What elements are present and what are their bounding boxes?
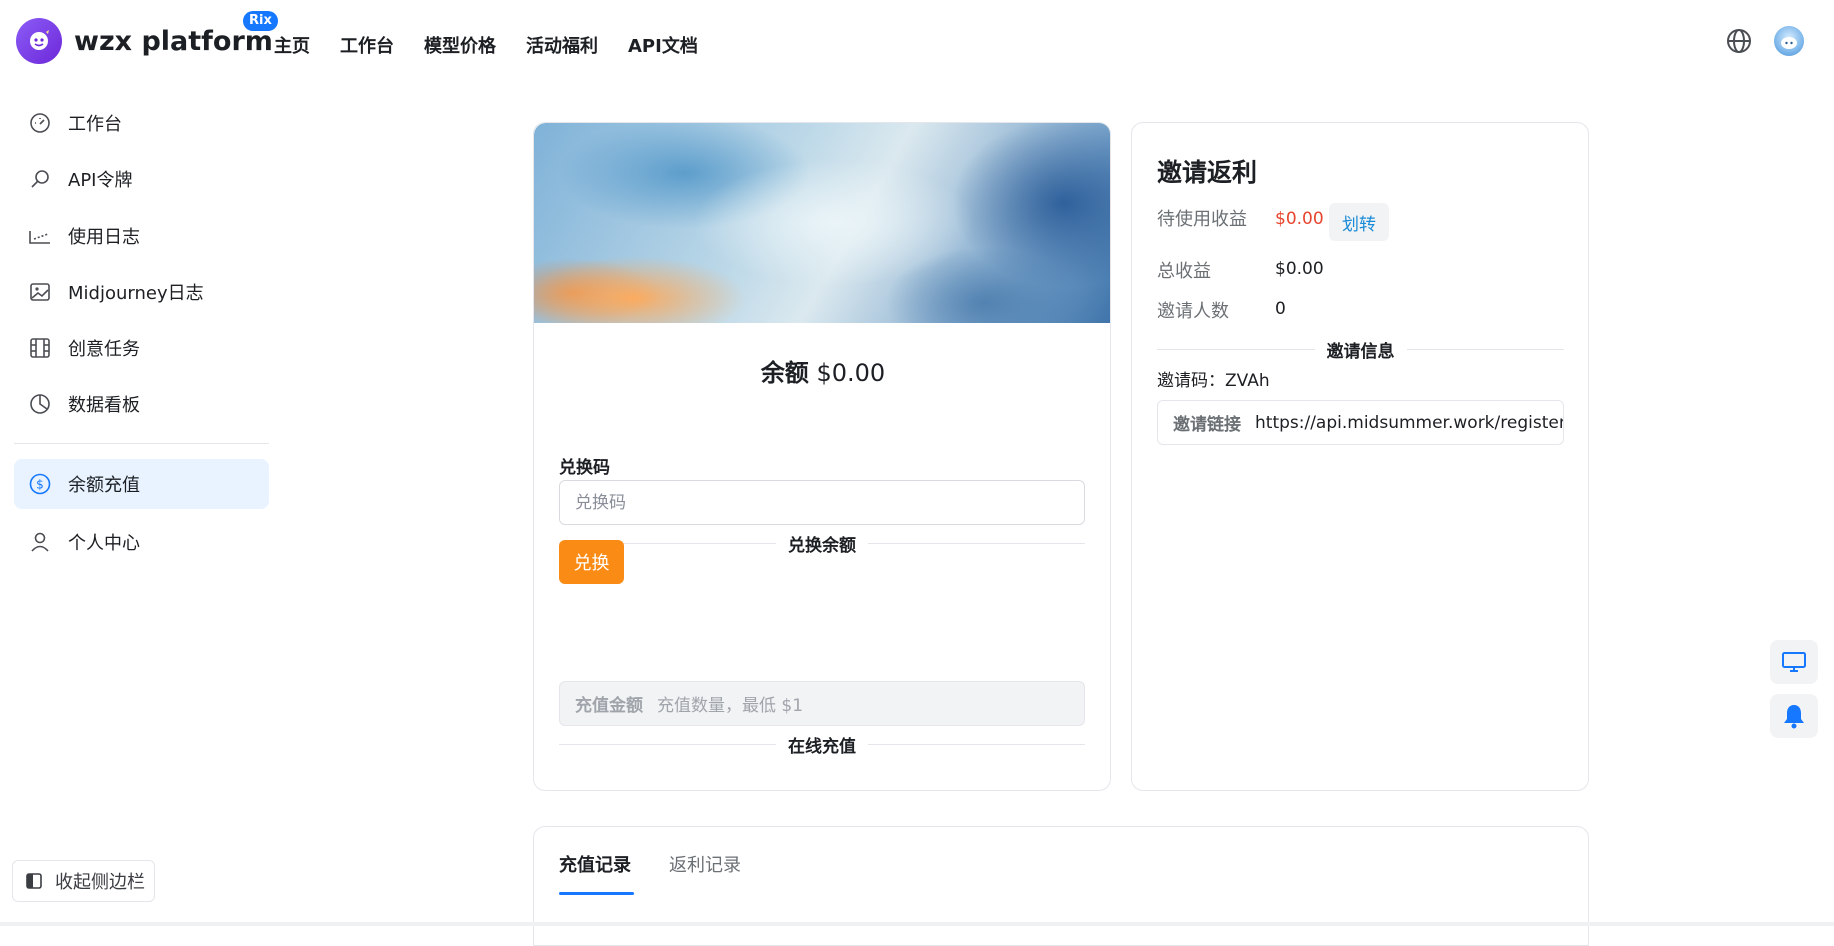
sidebar-divider [14, 443, 269, 444]
invite-info-title: 邀请信息 [1326, 341, 1395, 362]
balance-banner-image [534, 123, 1110, 323]
sidebar-item-usage-log[interactable]: 使用日志 [14, 211, 269, 261]
balance-display: 余额 $0.00 [534, 353, 1110, 388]
sidebar-item-profile[interactable]: 个人中心 [14, 517, 269, 567]
total-earnings-label: 总收益 [1157, 261, 1211, 282]
sidebar-item-creative-tasks[interactable]: 创意任务 [14, 323, 269, 373]
nav-promotions[interactable]: 活动福利 [526, 32, 598, 58]
sidebar-item-label: 使用日志 [68, 227, 140, 248]
film-icon [28, 336, 52, 360]
sidebar-toggle-icon [25, 872, 43, 890]
desktop-float-button[interactable] [1770, 640, 1818, 684]
invite-count-value: 0 [1275, 299, 1286, 319]
invite-link-label: 邀请链接 [1173, 415, 1241, 435]
recharge-amount-input[interactable]: 充值金额 充值数量，最低 $1 [559, 681, 1085, 726]
sidebar-item-label: 余额充值 [68, 475, 140, 496]
active-tab-indicator [559, 892, 634, 895]
sidebar-item-workbench[interactable]: 工作台 [14, 98, 269, 148]
globe-icon[interactable] [1726, 28, 1752, 54]
total-earnings-value: $0.00 [1275, 259, 1324, 279]
brand-logo[interactable] [16, 18, 62, 64]
sidebar-item-midjourney-log[interactable]: Midjourney日志 [14, 267, 269, 317]
pie-chart-icon [28, 392, 52, 416]
invite-rebate-card: 邀请返利 待使用收益 $0.00 划转 总收益 $0.00 邀请人数 0 邀请信… [1131, 122, 1589, 791]
brand-logo-icon [30, 30, 49, 50]
redeem-code-label: 兑换码 [559, 458, 610, 478]
invite-info-divider: 邀请信息 [1157, 339, 1564, 362]
recharge-amount-prefix: 充值金额 [575, 696, 643, 716]
invite-count-label: 邀请人数 [1157, 301, 1229, 322]
invite-link-field[interactable]: 邀请链接 https://api.midsummer.work/register… [1157, 400, 1564, 445]
sidebar-item-label: Midjourney日志 [68, 283, 204, 304]
user-avatar[interactable] [1774, 26, 1804, 56]
log-icon [28, 224, 52, 248]
dashboard-gauge-icon [28, 111, 52, 135]
brand-badge: Rix [243, 11, 278, 31]
sidebar-item-label: 工作台 [68, 114, 122, 135]
online-recharge-title: 在线充值 [788, 736, 856, 757]
tab-rebate-records[interactable]: 返利记录 [669, 851, 741, 877]
online-recharge-divider: 在线充值 [559, 734, 1085, 757]
sidebar-item-label: API令牌 [68, 170, 133, 191]
balance-label: 余额 [760, 359, 809, 387]
balance-amount: $0.00 [816, 359, 886, 387]
bottom-edge [0, 922, 1834, 926]
page-scrollbar[interactable] [1828, 88, 1834, 926]
nav-model-pricing[interactable]: 模型价格 [424, 32, 496, 58]
collapse-sidebar-button[interactable]: 收起侧边栏 [12, 860, 155, 902]
redeem-section-title: 兑换余额 [788, 535, 856, 556]
sidebar: 工作台 API令牌 使用日志 Midjourney日志 创意任务 数据看板 $ [0, 88, 280, 926]
monitor-icon [1781, 651, 1807, 673]
notification-float-button[interactable] [1770, 694, 1818, 738]
records-card: 充值记录 返利记录 [533, 826, 1589, 946]
sidebar-item-label: 创意任务 [68, 339, 140, 360]
user-icon [28, 530, 52, 554]
sidebar-item-label: 个人中心 [68, 533, 140, 554]
bell-icon [1781, 702, 1807, 730]
pending-earnings-value: $0.00 [1275, 209, 1324, 229]
top-header: wzx platform Rix 主页 工作台 模型价格 活动福利 API文档 [0, 0, 1834, 88]
nav-api-docs[interactable]: API文档 [628, 32, 698, 58]
invite-code: 邀请码：ZVAh [1157, 371, 1270, 391]
invite-title: 邀请返利 [1157, 158, 1258, 187]
pending-earnings-label: 待使用收益 [1157, 209, 1247, 230]
redeem-code-input[interactable] [559, 480, 1085, 525]
key-icon [28, 167, 52, 191]
sidebar-item-api-token[interactable]: API令牌 [14, 154, 269, 204]
brand-name[interactable]: wzx platform [74, 26, 273, 57]
nav-home[interactable]: 主页 [274, 32, 310, 58]
sidebar-item-data-dashboard[interactable]: 数据看板 [14, 379, 269, 429]
svg-text:$: $ [36, 478, 44, 492]
invite-link-value[interactable]: https://api.midsummer.work/register? [1255, 413, 1563, 433]
redeem-button[interactable]: 兑换 [559, 540, 624, 584]
redeem-section-divider: 兑换余额 [559, 533, 1085, 556]
balance-card: 余额 $0.00 兑换余额 兑换码 兑换 在线充值 充值金额 充值数量，最低 $… [533, 122, 1111, 791]
transfer-button[interactable]: 划转 [1329, 203, 1389, 241]
top-nav: 主页 工作台 模型价格 活动福利 API文档 [274, 32, 728, 58]
dollar-circle-icon: $ [28, 472, 52, 496]
sidebar-item-balance-recharge[interactable]: $ 余额充值 [14, 459, 269, 509]
image-icon [28, 280, 52, 304]
sidebar-item-label: 数据看板 [68, 395, 140, 416]
recharge-amount-placeholder: 充值数量，最低 $1 [657, 696, 804, 716]
nav-workbench[interactable]: 工作台 [340, 32, 394, 58]
collapse-sidebar-label: 收起侧边栏 [55, 872, 145, 893]
tab-recharge-records[interactable]: 充值记录 [559, 851, 631, 877]
